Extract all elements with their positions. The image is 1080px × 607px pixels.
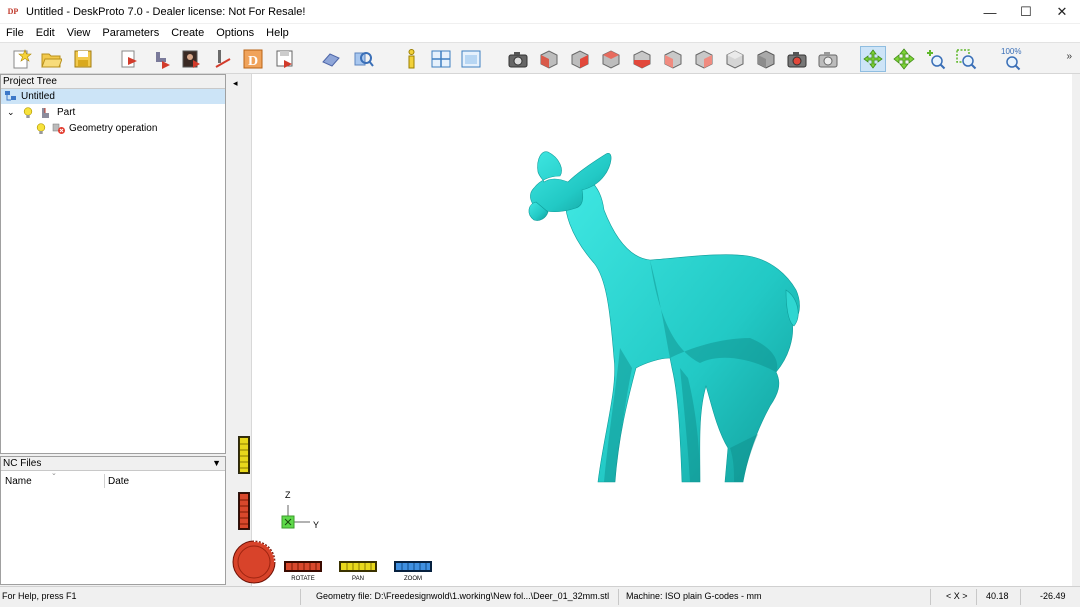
save-icon[interactable] — [70, 46, 96, 72]
rotate-dial[interactable] — [232, 540, 276, 584]
snapshot-camera-icon[interactable] — [505, 46, 531, 72]
toolpath-icon[interactable] — [210, 46, 236, 72]
sort-indicator-icon: ⌄ — [51, 470, 57, 477]
tree-item-untitled[interactable]: Untitled — [1, 89, 225, 104]
pan-view-icon[interactable] — [891, 46, 917, 72]
menu-help[interactable]: Help — [260, 27, 295, 39]
tree-item-part[interactable]: ⌄ Part — [1, 105, 75, 120]
status-separator — [930, 589, 931, 605]
status-geometry-file: Geometry file: D:\Freedesignwold\1.worki… — [316, 591, 610, 601]
operation-error-icon — [52, 123, 66, 135]
zoom-view-icon[interactable] — [922, 46, 948, 72]
view-bottom-icon[interactable] — [722, 46, 748, 72]
inspect-icon[interactable] — [350, 46, 376, 72]
import-part-icon[interactable] — [148, 46, 174, 72]
status-x-value: 40.18 — [986, 591, 1009, 601]
zoom-control[interactable]: ZOOM — [394, 561, 432, 582]
nc-files-dropdown-icon[interactable]: ▼ — [212, 457, 221, 470]
lightbulb-icon[interactable] — [36, 122, 48, 135]
status-separator — [618, 589, 619, 605]
status-help-text: For Help, press F1 — [2, 591, 77, 601]
project-tree-pane: Project Tree Untitled ⌄ Part Geometry op… — [0, 74, 226, 454]
import-bitmap-icon[interactable] — [178, 46, 204, 72]
window-view-icon[interactable] — [458, 46, 484, 72]
svg-text:D: D — [248, 54, 258, 69]
zoom-100-label: 100% — [1001, 47, 1021, 56]
nc-files-pane: NC Files ▼ Name ⌄ Date — [0, 456, 226, 585]
menu-options[interactable]: Options — [210, 27, 260, 39]
menu-view[interactable]: View — [61, 27, 97, 39]
view-top-icon[interactable] — [629, 46, 655, 72]
menu-bar: File Edit View Parameters Create Options… — [0, 24, 1080, 42]
minimize-button[interactable]: — — [972, 0, 1008, 24]
rotate-view-icon[interactable] — [860, 46, 886, 72]
status-bar: For Help, press F1 Geometry file: D:\Fre… — [0, 586, 1080, 607]
screenshot-camera-icon[interactable] — [784, 46, 810, 72]
status-separator — [976, 589, 977, 605]
title-bar: DP Untitled - DeskProto 7.0 - Dealer lic… — [0, 0, 1080, 24]
pan-control[interactable]: PAN — [339, 561, 377, 582]
rotate-control[interactable]: ROTATE — [284, 561, 322, 582]
column-divider — [104, 474, 105, 488]
info-icon[interactable] — [398, 46, 424, 72]
render-camera-icon[interactable] — [815, 46, 841, 72]
status-y-value: -26.49 — [1040, 591, 1066, 601]
collapse-panel-arrow[interactable]: ◂ — [233, 78, 238, 89]
tree-item-geometry-operation[interactable]: Geometry operation — [1, 121, 157, 136]
app-icon: DP — [7, 7, 19, 16]
view-back-icon[interactable] — [660, 46, 686, 72]
rotate-label: ROTATE — [291, 576, 315, 582]
view-box-icon[interactable] — [753, 46, 779, 72]
lightbulb-icon[interactable] — [23, 106, 35, 119]
tree-item-untitled-label: Untitled — [21, 91, 55, 102]
new-project-icon[interactable] — [8, 46, 34, 72]
nc-files-title: NC Files — [3, 458, 42, 469]
status-machine: Machine: ISO plain G-codes - mm — [626, 591, 762, 601]
part-icon — [39, 107, 51, 119]
pan-vertical-thumbwheel[interactable] — [237, 435, 251, 475]
layout-views-icon[interactable] — [428, 46, 454, 72]
import-geometry-icon[interactable] — [117, 46, 143, 72]
project-tree-header: Project Tree — [1, 75, 225, 89]
pan-label: PAN — [352, 576, 364, 582]
open-folder-icon[interactable] — [38, 46, 64, 72]
axis-y-label: Y — [313, 520, 320, 530]
nc-files-header: NC Files ▼ — [1, 457, 225, 471]
zoom-window-icon[interactable] — [953, 46, 979, 72]
nc-column-name[interactable]: Name — [5, 476, 32, 487]
tree-item-part-label: Part — [57, 107, 76, 118]
rotate-vertical-thumbwheel[interactable] — [237, 491, 251, 531]
toolbar: D 100% » — [0, 42, 1080, 74]
deer-model — [528, 151, 800, 483]
nc-column-date[interactable]: Date — [108, 476, 129, 487]
axis-z-label: Z — [285, 490, 291, 500]
status-separator — [1020, 589, 1021, 605]
axis-triad: Z Y — [280, 490, 330, 535]
window-controls: — ☐ ✕ — [972, 0, 1080, 24]
zoom-label: ZOOM — [404, 576, 422, 582]
menu-file[interactable]: File — [0, 27, 30, 39]
menu-create[interactable]: Create — [165, 27, 210, 39]
zoom-100-icon[interactable]: 100% — [999, 46, 1025, 72]
menu-parameters[interactable]: Parameters — [96, 27, 165, 39]
status-separator — [300, 589, 301, 605]
maximize-button[interactable]: ☐ — [1008, 0, 1044, 24]
eraser-icon[interactable] — [318, 46, 344, 72]
view-right-icon[interactable] — [598, 46, 624, 72]
close-button[interactable]: ✕ — [1044, 0, 1080, 24]
toolbar-more-button[interactable]: » — [1066, 51, 1072, 62]
menu-edit[interactable]: Edit — [30, 27, 61, 39]
expand-chevron-icon[interactable]: ⌄ — [7, 107, 19, 118]
export-icon[interactable] — [272, 46, 298, 72]
view-left-icon[interactable] — [691, 46, 717, 72]
view-front-icon[interactable] — [567, 46, 593, 72]
project-icon — [5, 90, 19, 103]
tree-item-geometry-operation-label: Geometry operation — [69, 123, 158, 134]
view-iso-icon[interactable] — [536, 46, 562, 72]
status-axis-label: < X > — [946, 591, 968, 601]
create-nc-icon[interactable]: D — [240, 46, 266, 72]
window-title: Untitled - DeskProto 7.0 - Dealer licens… — [26, 5, 306, 18]
